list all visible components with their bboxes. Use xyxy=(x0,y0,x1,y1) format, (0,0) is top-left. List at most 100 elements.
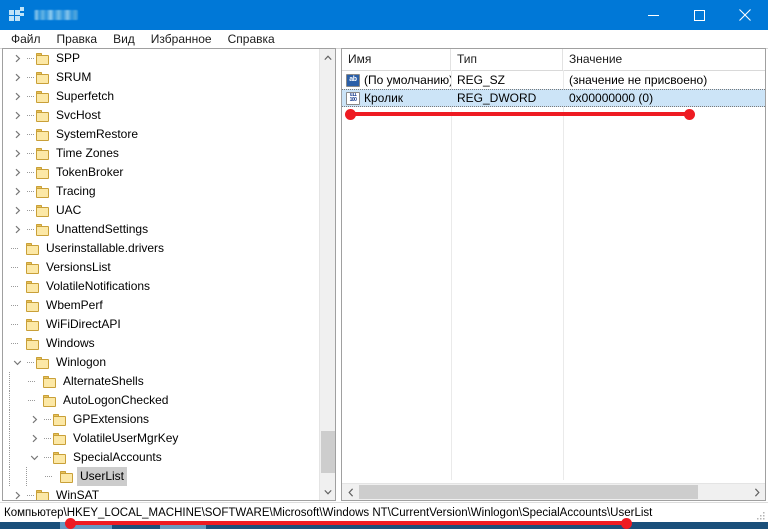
registry-tree[interactable]: SPP SRUM Superfetch SvcHost SystemRestore Tim… xyxy=(3,49,319,500)
value-data-cell: 0x00000000 (0) xyxy=(569,91,654,105)
folder-icon xyxy=(35,489,51,500)
tree-node-wifidirectapi[interactable]: WiFiDirectAPI xyxy=(3,315,319,334)
scroll-down-icon[interactable] xyxy=(320,483,335,500)
tree-node-specialaccounts[interactable]: SpecialAccounts xyxy=(3,448,319,467)
column-header-value[interactable]: Значение xyxy=(563,49,765,70)
tree-node-unattendsettings[interactable]: UnattendSettings xyxy=(3,220,319,239)
chevron-down-icon[interactable] xyxy=(26,448,42,467)
menu-item-favorites[interactable]: Избранное xyxy=(143,31,220,48)
tree-node-userinstallable-drivers[interactable]: Userinstallable.drivers xyxy=(3,239,319,258)
tree-node-label: UserList xyxy=(77,467,128,486)
registry-path: Компьютер\HKEY_LOCAL_MACHINE\SOFTWARE\Mi… xyxy=(4,507,653,519)
chevron-right-icon[interactable] xyxy=(9,182,25,201)
tree-node-spp[interactable]: SPP xyxy=(3,49,319,68)
chevron-down-icon[interactable] xyxy=(9,353,25,372)
tree-node-uac[interactable]: UAC xyxy=(3,201,319,220)
column-header-type[interactable]: Тип xyxy=(451,49,563,70)
tree-node-winlogon[interactable]: Winlogon xyxy=(3,353,319,372)
tree-scroll-thumb[interactable] xyxy=(321,431,335,473)
tree-node-tokenbroker[interactable]: TokenBroker xyxy=(3,163,319,182)
tree-indent-guide xyxy=(9,429,11,448)
tree-node-time-zones[interactable]: Time Zones xyxy=(3,144,319,163)
tree-node-connector xyxy=(25,201,35,220)
menu-item-help[interactable]: Справка xyxy=(220,31,283,48)
chevron-right-icon[interactable] xyxy=(9,144,25,163)
tree-node-gpextensions[interactable]: GPExtensions xyxy=(3,410,319,429)
chevron-right-icon[interactable] xyxy=(9,68,25,87)
folder-icon xyxy=(25,318,41,332)
tree-node-tracing[interactable]: Tracing xyxy=(3,182,319,201)
tree-node-wbemperf[interactable]: WbemPerf xyxy=(3,296,319,315)
tree-leaf-connector xyxy=(9,258,19,277)
chevron-right-icon[interactable] xyxy=(9,163,25,182)
folder-icon xyxy=(42,394,58,408)
tree-node-connector xyxy=(25,144,35,163)
tree-leaf-connector xyxy=(9,277,19,296)
tree-node-srum[interactable]: SRUM xyxy=(3,68,319,87)
tree-node-versionslist[interactable]: VersionsList xyxy=(3,258,319,277)
value-row[interactable]: ab (По умолчанию) REG_SZ (значение не присв… xyxy=(342,71,765,89)
tree-node-label: Winlogon xyxy=(56,355,107,369)
tree-node-label: Userinstallable.drivers xyxy=(46,241,165,255)
chevron-right-icon[interactable] xyxy=(26,410,42,429)
tree-node-superfetch[interactable]: Superfetch xyxy=(3,87,319,106)
minimize-button[interactable] xyxy=(630,0,676,30)
value-row[interactable]: 011 100 Кролик REG_DWORD 0x00000000 (0) xyxy=(342,89,765,107)
tree-node-winsat[interactable]: WinSAT xyxy=(3,486,319,500)
menu-bar: Файл Правка Вид Избранное Справка xyxy=(0,30,768,49)
tree-node-label: AlternateShells xyxy=(63,374,144,388)
status-bar: Компьютер\HKEY_LOCAL_MACHINE\SOFTWARE\Mi… xyxy=(0,502,768,523)
tree-node-label: VolatileUserMgrKey xyxy=(73,431,179,445)
registry-values-panel: Имя Тип Значение ab (По умолчанию) REG_SZ (… xyxy=(341,48,766,501)
tree-node-alternateshells[interactable]: AlternateShells xyxy=(3,372,319,391)
window-title-redacted xyxy=(34,10,78,20)
scroll-right-icon[interactable] xyxy=(748,484,765,500)
menu-item-view[interactable]: Вид xyxy=(105,31,143,48)
scroll-left-icon[interactable] xyxy=(342,484,359,500)
folder-icon xyxy=(59,470,75,484)
tree-node-userlist[interactable]: UserList xyxy=(3,467,319,486)
menu-item-file[interactable]: Файл xyxy=(3,31,49,48)
tree-leaf-connector xyxy=(43,467,53,486)
tree-node-systemrestore[interactable]: SystemRestore xyxy=(3,125,319,144)
folder-icon xyxy=(25,242,41,256)
chevron-right-icon[interactable] xyxy=(9,106,25,125)
tree-node-volatileusermgrkey[interactable]: VolatileUserMgrKey xyxy=(3,429,319,448)
tree-node-connector xyxy=(25,125,35,144)
tree-node-label: SPP xyxy=(56,51,81,65)
chevron-right-icon[interactable] xyxy=(9,125,25,144)
resize-grip-icon[interactable] xyxy=(754,509,766,521)
tree-node-volatilenotifications[interactable]: VolatileNotifications xyxy=(3,277,319,296)
tree-node-windows[interactable]: Windows xyxy=(3,334,319,353)
values-horizontal-scrollbar[interactable] xyxy=(342,483,765,500)
tree-vertical-scrollbar[interactable] xyxy=(319,49,335,500)
chevron-right-icon[interactable] xyxy=(9,220,25,239)
folder-icon xyxy=(35,128,51,142)
column-header-name[interactable]: Имя xyxy=(342,49,451,70)
tree-indent-guide xyxy=(9,372,11,391)
chevron-right-icon[interactable] xyxy=(26,429,42,448)
value-type-cell: REG_SZ xyxy=(457,73,506,87)
scroll-up-icon[interactable] xyxy=(320,49,335,66)
values-list[interactable]: ab (По умолчанию) REG_SZ (значение не присв… xyxy=(342,71,765,107)
tree-node-autologonchecked[interactable]: AutoLogonChecked xyxy=(3,391,319,410)
maximize-button[interactable] xyxy=(676,0,722,30)
tree-node-label: VolatileNotifications xyxy=(46,279,151,293)
values-scroll-track[interactable] xyxy=(359,484,748,500)
tree-node-connector xyxy=(42,448,52,467)
folder-icon xyxy=(35,356,51,370)
values-scroll-thumb[interactable] xyxy=(359,485,698,499)
chevron-right-icon[interactable] xyxy=(9,87,25,106)
menu-item-edit[interactable]: Правка xyxy=(49,31,106,48)
folder-icon xyxy=(35,109,51,123)
chevron-right-icon[interactable] xyxy=(9,486,25,500)
chevron-right-icon[interactable] xyxy=(9,201,25,220)
registry-editor-icon xyxy=(9,7,25,23)
close-button[interactable] xyxy=(722,0,768,30)
tree-node-connector xyxy=(25,68,35,87)
folder-icon xyxy=(35,147,51,161)
chevron-right-icon[interactable] xyxy=(9,49,25,68)
tree-node-svchost[interactable]: SvcHost xyxy=(3,106,319,125)
tree-leaf-connector xyxy=(9,334,19,353)
tree-node-connector xyxy=(25,182,35,201)
